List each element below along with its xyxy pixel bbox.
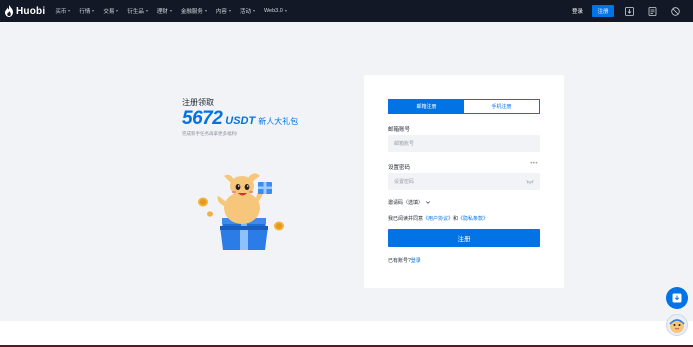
tab-email-register[interactable]: 邮箱注册 xyxy=(389,100,464,113)
nav-menu-item[interactable]: 交易 xyxy=(103,7,119,15)
caret-down-icon xyxy=(116,10,119,12)
nav-menu-item[interactable]: Web3.0 xyxy=(264,8,287,14)
huobi-logo[interactable]: Huobi xyxy=(4,0,45,22)
nav-menu-label: 内容 xyxy=(215,9,227,15)
chevron-down-icon xyxy=(426,201,430,204)
promo-subtitle: 完成新手任务再拿更多福利! xyxy=(182,131,238,136)
main-content xyxy=(0,22,693,321)
nav-menu-label: 金融服务 xyxy=(180,9,203,15)
nav-menu-item[interactable]: 金融服务 xyxy=(181,7,207,15)
password-placeholder: 设置密码 xyxy=(394,179,415,185)
download-icon[interactable] xyxy=(624,6,634,16)
caret-down-icon xyxy=(68,10,71,12)
nav-menu-item[interactable]: 内容 xyxy=(216,7,231,15)
nav-menu-label: 行情 xyxy=(79,9,91,15)
invite-code-label: 邀请码（选填） xyxy=(388,200,424,206)
promo-title: 注册领取 xyxy=(182,98,214,107)
login-link-bottom[interactable]: 登录 xyxy=(411,258,421,264)
email-label: 邮箱账号 xyxy=(388,127,411,133)
privacy-policy-link[interactable]: 《隐私条款》 xyxy=(458,216,488,222)
email-field[interactable]: 邮箱账号 xyxy=(388,135,540,152)
register-button[interactable]: 注册 xyxy=(592,5,614,17)
amount-number: 5672 xyxy=(182,108,223,129)
document-icon[interactable] xyxy=(647,6,657,16)
caret-down-icon xyxy=(169,10,172,12)
register-tabs: 邮箱注册 手机注册 xyxy=(388,99,540,114)
nav-menu-label: 衍生品 xyxy=(127,9,144,15)
caret-down-icon xyxy=(284,10,287,12)
eye-closed-icon[interactable] xyxy=(526,178,534,185)
nav-menu-item[interactable]: 理财 xyxy=(157,7,172,15)
flame-logo-icon xyxy=(5,5,13,17)
floating-support-button[interactable] xyxy=(666,314,688,336)
language-icon[interactable] xyxy=(670,6,680,16)
amount-unit: USDT xyxy=(225,115,256,127)
caret-down-icon xyxy=(228,10,231,12)
main-menu: 买币 行情 交易 衍生品 理财 金融服务 内容 活动 Web3.0 xyxy=(55,0,295,22)
nav-menu-item[interactable]: 行情 xyxy=(79,7,95,15)
agree-prefix: 我已阅读并同意 xyxy=(388,216,424,222)
nav-menu-item[interactable]: 活动 xyxy=(240,7,255,15)
user-agreement-link[interactable]: 《用户协议》 xyxy=(423,216,453,222)
invite-code-toggle[interactable]: 邀请码（选填） xyxy=(388,199,430,206)
nav-menu-item[interactable]: 买币 xyxy=(55,7,71,15)
gift-label: 新人大礼包 xyxy=(258,117,299,126)
more-dots-icon: ••• xyxy=(530,161,538,167)
tab-phone-register[interactable]: 手机注册 xyxy=(464,100,539,113)
password-field[interactable]: 设置密码 xyxy=(388,173,540,190)
caret-down-icon xyxy=(92,10,95,12)
caret-down-icon xyxy=(252,10,255,12)
nav-menu-label: Web3.0 xyxy=(263,8,283,14)
caret-down-icon xyxy=(145,10,148,12)
nav-menu-label: 活动 xyxy=(239,9,251,15)
logo-text: Huobi xyxy=(16,5,46,17)
have-account-text: 已有账号?登录 xyxy=(388,257,421,264)
support-avatar-icon xyxy=(669,319,685,333)
login-link[interactable]: 登录 xyxy=(572,7,583,15)
download-box-icon xyxy=(672,293,682,303)
agreement-text: 我已阅读并同意《用户协议》和《隐私条款》 xyxy=(388,215,488,222)
have-account-label: 已有账号? xyxy=(388,258,411,264)
mascot-illustration xyxy=(198,173,284,250)
footer-strip xyxy=(0,321,693,345)
nav-menu-label: 买币 xyxy=(55,9,67,15)
top-navbar: Huobi 买币 行情 交易 衍生品 理财 金融服务 内容 活动 Web3.0 登录 注册 xyxy=(0,0,693,22)
nav-right: 登录 注册 xyxy=(572,0,693,22)
password-label: 设置密码 xyxy=(388,165,411,171)
submit-register-button[interactable]: 注册 xyxy=(388,229,540,247)
promo-amount: 5672 USDT 新人大礼包 xyxy=(182,108,298,130)
email-placeholder: 邮箱账号 xyxy=(394,141,415,147)
floating-download-button[interactable] xyxy=(666,287,688,309)
register-card: 邮箱注册 手机注册 邮箱账号 邮箱账号 设置密码 ••• 设置密码 邀请码（选填… xyxy=(364,75,564,288)
caret-down-icon xyxy=(204,10,207,12)
nav-menu-item[interactable]: 衍生品 xyxy=(127,7,148,15)
nav-menu-label: 交易 xyxy=(103,9,115,15)
nav-menu-label: 理财 xyxy=(156,9,168,15)
